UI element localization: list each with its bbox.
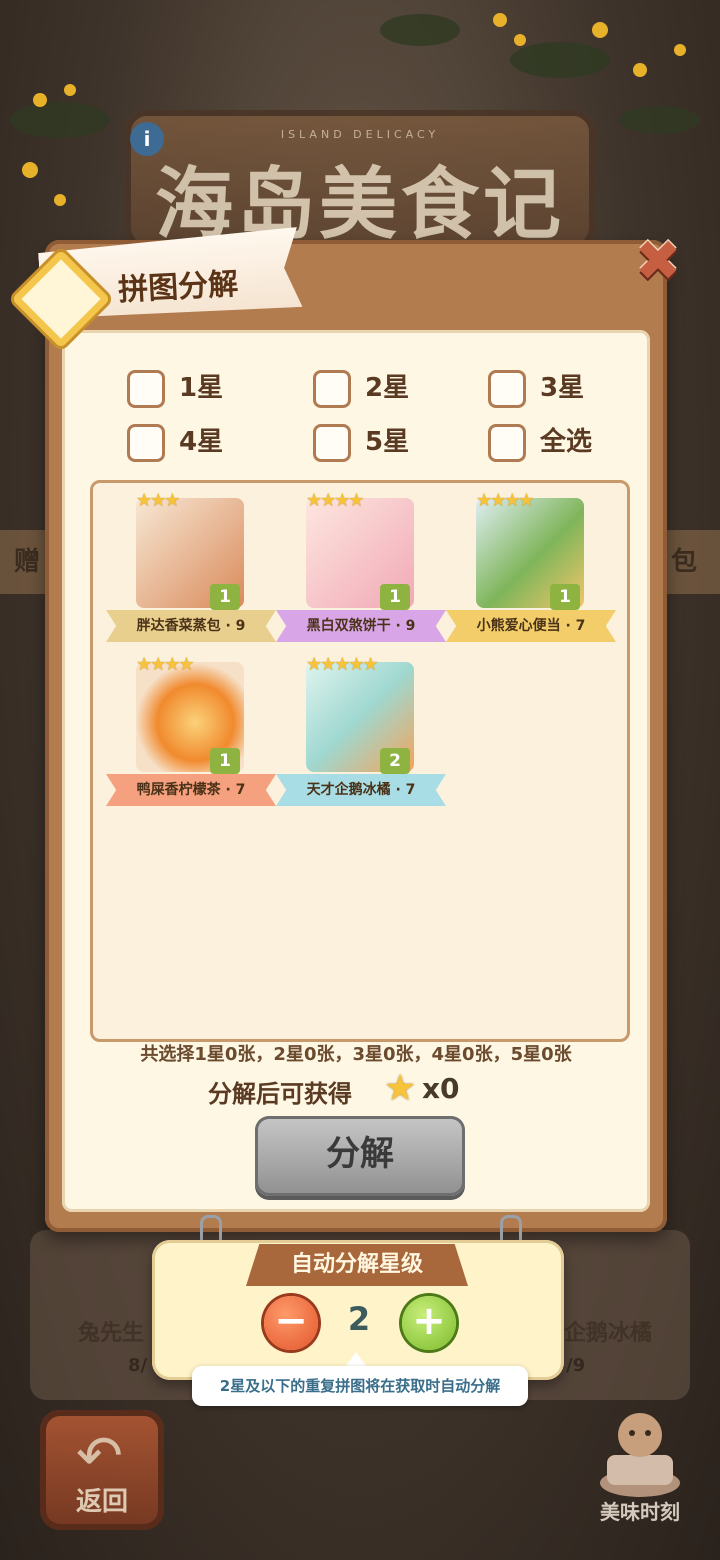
hamster-cake-icon xyxy=(600,1413,680,1497)
tooltip-pointer xyxy=(346,1352,366,1366)
card-name-ribbon: 小熊爱心便当 · 7 xyxy=(446,610,616,642)
card-count-badge: 1 xyxy=(550,584,580,610)
filter-label: 2星 xyxy=(365,373,410,403)
checkbox-4-star[interactable] xyxy=(127,424,165,462)
decrease-level-button[interactable]: − xyxy=(264,1296,318,1350)
bg-lower-right-count: /9 xyxy=(566,1355,586,1376)
auto-decompose-hint: 2星及以下的重复拼图将在获取时自动分解 xyxy=(192,1366,528,1406)
increase-level-button[interactable]: + xyxy=(402,1296,456,1350)
dialog-title: 拼图分解 xyxy=(117,266,240,309)
checkbox-1-star[interactable] xyxy=(127,370,165,408)
star-rating: ★★★★★ xyxy=(306,654,379,675)
checkbox-3-star[interactable] xyxy=(488,370,526,408)
close-icon[interactable]: ✖ xyxy=(628,234,688,294)
card-name-ribbon: 黑白双煞饼干 · 9 xyxy=(276,610,446,642)
filter-label: 4星 xyxy=(179,427,224,457)
checkbox-5-star[interactable] xyxy=(313,424,351,462)
moment-label: 美味时刻 xyxy=(600,1500,680,1524)
star-rating: ★★★ xyxy=(136,490,180,511)
filter-label: 5星 xyxy=(365,427,410,457)
star-rating: ★★★★ xyxy=(306,490,365,511)
game-subtitle: ISLAND DELICACY xyxy=(280,128,440,141)
filter-label: 1星 xyxy=(179,373,224,403)
card-count-badge: 1 xyxy=(210,748,240,774)
decompose-button[interactable]: 分解 xyxy=(255,1116,465,1196)
card-count-badge: 1 xyxy=(210,584,240,610)
card-count-badge: 2 xyxy=(380,748,410,774)
game-title-board: ISLAND DELICACY 海岛美食记 xyxy=(125,110,595,250)
filter-label: 3星 xyxy=(540,373,585,403)
checkbox-select-all[interactable] xyxy=(488,424,526,462)
bg-lower-left-count: 8/ xyxy=(128,1355,148,1376)
back-label: 返回 xyxy=(75,1487,128,1517)
back-arrow-icon: ↶ xyxy=(76,1424,123,1489)
card-name-ribbon: 鸭屎香柠檬茶 · 7 xyxy=(106,774,276,806)
card-name-ribbon: 天才企鹅冰橘 · 7 xyxy=(276,774,446,806)
puzzle-card[interactable]: ★★★★★ 2 天才企鹅冰橘 · 7 xyxy=(276,652,446,812)
gain-value: x0 xyxy=(422,1072,460,1105)
star-rating: ★★★★ xyxy=(136,654,195,675)
auto-level-value: 2 xyxy=(347,1300,371,1338)
puzzle-card[interactable]: ★★★★ 1 黑白双煞饼干 · 9 xyxy=(276,488,446,648)
bg-lower-left-label: 兔先生 xyxy=(78,1321,145,1346)
puzzle-card[interactable]: ★★★ 1 胖达香菜蒸包 · 9 xyxy=(106,488,276,648)
info-icon[interactable]: i xyxy=(130,122,164,156)
checkbox-2-star[interactable] xyxy=(313,370,351,408)
puzzle-card[interactable]: ★★★★ 1 鸭屎香柠檬茶 · 7 xyxy=(106,652,276,812)
game-title: 海岛美食记 xyxy=(154,160,565,250)
selection-summary: 共选择1星0张，2星0张，3星0张，4星0张，5星0张 xyxy=(140,1044,572,1065)
card-count-badge: 1 xyxy=(380,584,410,610)
back-button[interactable]: ↶ 返回 xyxy=(40,1410,164,1530)
delicious-moment-button[interactable]: 美味时刻 xyxy=(585,1405,695,1525)
star-rating: ★★★★ xyxy=(476,490,535,511)
star-icon: ★ xyxy=(384,1068,417,1109)
puzzle-card[interactable]: ★★★★ 1 小熊爱心便当 · 7 xyxy=(446,488,616,648)
auto-decompose-title: 自动分解星级 xyxy=(246,1244,468,1286)
filter-label: 全选 xyxy=(540,427,593,457)
gain-label: 分解后可获得 xyxy=(208,1080,352,1108)
bg-side-right: 包 xyxy=(667,530,720,594)
bg-lower-right-label: 企鹅冰橘 xyxy=(564,1321,653,1346)
card-name-ribbon: 胖达香菜蒸包 · 9 xyxy=(106,610,276,642)
